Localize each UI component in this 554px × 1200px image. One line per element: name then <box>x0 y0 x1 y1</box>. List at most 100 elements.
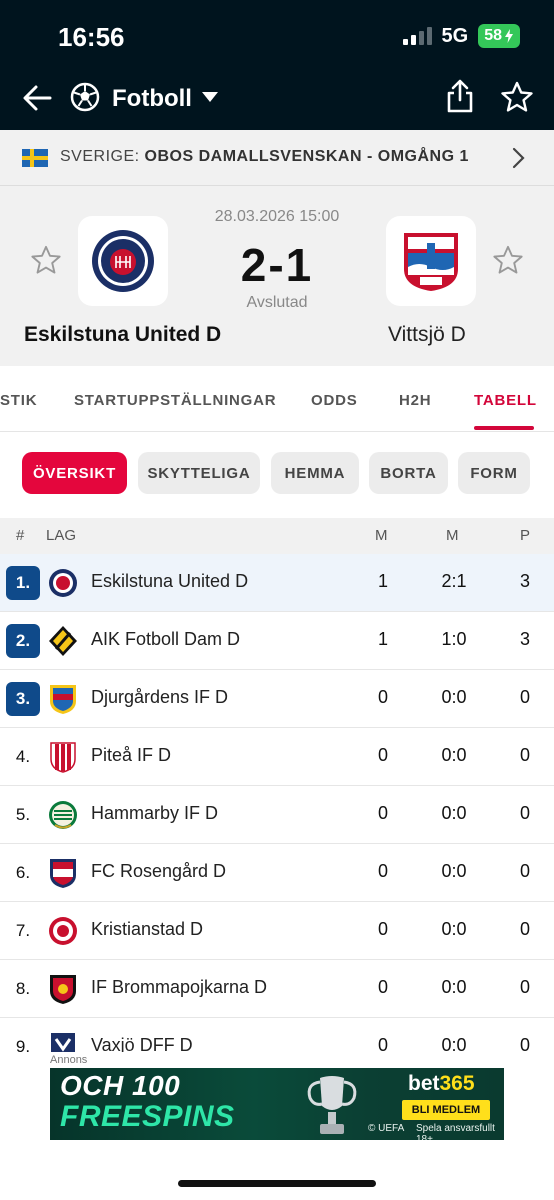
brommapojkarna-crest-icon <box>50 975 76 1004</box>
points: 0 <box>519 745 530 765</box>
table-row[interactable]: 4. Piteå IF D 0 0:0 0 <box>0 728 554 786</box>
filter-form[interactable]: FORM <box>458 452 530 494</box>
col-team: LAG <box>46 527 77 544</box>
vittsjo-crest-icon <box>404 233 458 291</box>
table-filter-chips: ÖVERSIKT SKYTTELIGA HEMMA BORTA FORM <box>0 452 554 496</box>
ad-brand-b: 365 <box>439 1072 475 1095</box>
back-arrow-icon[interactable] <box>20 80 56 116</box>
matches-played: 0 <box>377 687 388 707</box>
points: 3 <box>519 629 530 649</box>
col-matches: M <box>375 527 388 544</box>
filter-oversikt[interactable]: ÖVERSIKT <box>22 452 127 494</box>
team-name: Hammarby IF D <box>91 803 219 823</box>
nav-bar: Fotboll <box>0 74 554 124</box>
soccer-ball-icon[interactable] <box>70 82 100 112</box>
ad-cta-button[interactable]: BLI MEDLEM <box>402 1100 490 1120</box>
aik-crest-icon <box>49 626 77 656</box>
away-team-logo[interactable] <box>386 216 476 306</box>
table-row[interactable]: 1. Eskilstuna United D 1 2:1 3 <box>0 554 554 612</box>
col-points: P <box>520 527 531 544</box>
ad-banner[interactable]: OCH 100 FREESPINS bet365 BLI MEDLEM © UE… <box>50 1068 504 1140</box>
matches-played: 0 <box>377 861 388 881</box>
team-name: Piteå IF D <box>91 745 172 765</box>
network-label: 5G <box>441 24 469 47</box>
app-header: 16:56 5G 58 Fotboll <box>0 0 554 130</box>
trophy-icon <box>307 1076 357 1134</box>
goal-score: 0:0 <box>441 745 467 765</box>
filter-skytteliga[interactable]: SKYTTELIGA <box>138 452 260 494</box>
matches-played: 0 <box>377 745 388 765</box>
ad-uefa-note: © UEFA <box>368 1123 405 1134</box>
pitea-crest-icon <box>50 742 76 773</box>
rosengard-crest-icon <box>50 859 76 888</box>
goal-score: 1:0 <box>441 629 467 649</box>
home-team-name[interactable]: Eskilstuna United D <box>24 323 221 347</box>
away-team-name[interactable]: Vittsjö D <box>388 323 466 347</box>
sweden-flag-icon <box>22 149 48 167</box>
table-row[interactable]: 6. FC Rosengård D 0 0:0 0 <box>0 844 554 902</box>
favorite-away-star-icon[interactable] <box>492 244 524 276</box>
table-row[interactable]: 5. Hammarby IF D 0 0:0 0 <box>0 786 554 844</box>
points: 0 <box>519 803 530 823</box>
league-bar[interactable]: SVERIGE: OBOS DAMALLSVENSKAN - OMGÅNG 1 <box>0 130 554 186</box>
team-name: Kristianstad D <box>91 919 204 939</box>
points: 0 <box>519 687 530 707</box>
table-row[interactable]: 7. Kristianstad D 0 0:0 0 <box>0 902 554 960</box>
status-time: 16:56 <box>58 22 125 52</box>
tab-statistik[interactable]: STIK <box>0 392 37 409</box>
kristianstad-crest-icon <box>49 917 77 945</box>
points: 0 <box>519 977 530 997</box>
rank-number: 8. <box>15 979 31 998</box>
sport-selector-label[interactable]: Fotboll <box>112 85 192 113</box>
league-competition: OBOS DAMALLSVENSKAN - OMGÅNG 1 <box>144 148 469 165</box>
chevron-right-icon[interactable] <box>508 146 528 170</box>
ad-headline-1: OCH 100 <box>60 1070 181 1101</box>
ad-label: Annons <box>50 1054 88 1066</box>
share-icon[interactable] <box>444 78 476 114</box>
home-indicator[interactable] <box>178 1180 376 1187</box>
points: 0 <box>519 919 530 939</box>
goal-score: 0:0 <box>441 919 467 939</box>
matches-played: 1 <box>377 629 388 649</box>
tab-startuppstallningar[interactable]: STARTUPPSTÄLLNINGAR <box>74 392 276 409</box>
matches-played: 0 <box>377 919 388 939</box>
filter-borta[interactable]: BORTA <box>369 452 448 494</box>
ad-brand: bet365 <box>408 1072 475 1096</box>
rank-number: 6. <box>15 863 31 882</box>
rank-badge: 1. <box>6 566 40 600</box>
league-title: SVERIGE: OBOS DAMALLSVENSKAN - OMGÅNG 1 <box>60 148 469 166</box>
tab-h2h[interactable]: H2H <box>399 392 431 409</box>
points: 0 <box>519 861 530 881</box>
tab-tabell[interactable]: TABELL <box>474 392 537 409</box>
match-tabs: STIK STARTUPPSTÄLLNINGAR ODDS H2H TABELL <box>0 366 554 432</box>
goal-score: 2:1 <box>441 571 467 591</box>
eskilstuna-crest-icon <box>49 569 77 597</box>
star-icon[interactable] <box>500 80 534 114</box>
ad-section: Annons OCH 100 FREESPINS bet365 BLI MEDL… <box>0 1052 554 1200</box>
active-tab-indicator <box>474 426 534 430</box>
filter-hemma[interactable]: HEMMA <box>271 452 359 494</box>
matches-played: 0 <box>377 803 388 823</box>
ad-responsible-note: Spela ansvarsfullt 18+ <box>416 1123 495 1140</box>
ad-brand-a: bet <box>408 1072 440 1095</box>
team-name: AIK Fotboll Dam D <box>91 629 241 649</box>
hammarby-crest-icon <box>49 801 77 829</box>
table-row[interactable]: 2. AIK Fotboll Dam D 1 1:0 3 <box>0 612 554 670</box>
matches-played: 1 <box>377 571 388 591</box>
status-indicators: 5G 58 <box>402 24 520 48</box>
tab-odds[interactable]: ODDS <box>311 392 358 409</box>
league-country: SVERIGE: <box>60 148 140 165</box>
match-header: 28.03.2026 15:00 2-1 Avslutad Eskilstuna… <box>0 186 554 366</box>
team-name: Djurgårdens IF D <box>91 687 229 707</box>
col-rank: # <box>16 527 25 544</box>
col-goals: M <box>446 527 459 544</box>
chevron-down-icon[interactable] <box>202 92 218 102</box>
table-row[interactable]: 8. IF Brommapojkarna D 0 0:0 0 <box>0 960 554 1018</box>
battery-icon: 58 <box>478 24 520 48</box>
matches-played: 0 <box>377 977 388 997</box>
goal-score: 0:0 <box>441 861 467 881</box>
team-name: IF Brommapojkarna D <box>91 977 268 997</box>
team-name: Eskilstuna United D <box>91 571 249 591</box>
standings-header: # LAG M M P <box>0 518 554 554</box>
table-row[interactable]: 3. Djurgårdens IF D 0 0:0 0 <box>0 670 554 728</box>
